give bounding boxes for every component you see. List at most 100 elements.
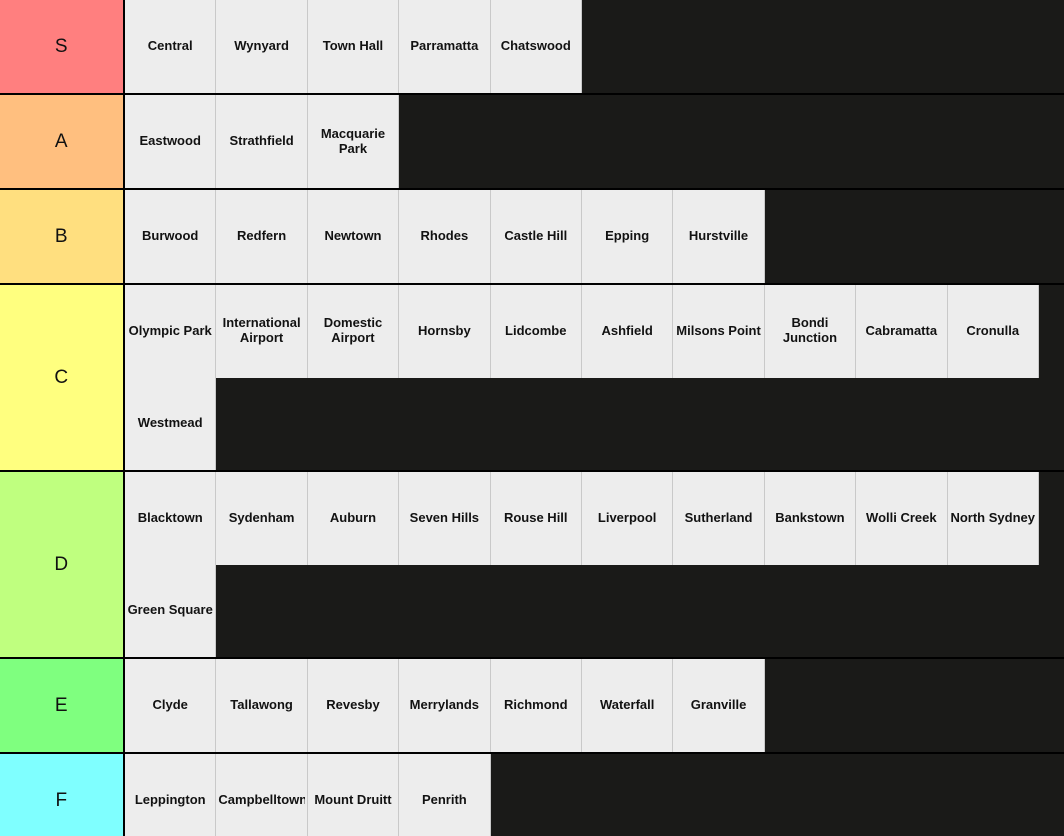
tier-item-label: Strathfield (229, 134, 294, 149)
tier-items-s: Central Wynyard Town Hall Parramatta Chatswo… (125, 0, 1064, 93)
tier-item[interactable]: Rhodes (399, 190, 491, 283)
tier-item-label: Bankstown (775, 510, 845, 525)
tier-item-label: Wynyard (234, 39, 289, 54)
tier-item-label: Bondi Junction (782, 316, 838, 346)
tier-item-label: Granville (690, 698, 747, 713)
tier-item-label: Seven Hills (409, 510, 480, 525)
tier-item-label: Wolli Creek (866, 510, 937, 525)
tier-item-label: Burwood (142, 229, 199, 244)
tier-item[interactable]: Seven Hills (399, 472, 491, 565)
tier-item-line: Leppington Campbelltown Mount Druitt Penrit… (125, 754, 1064, 836)
tier-item[interactable]: Chatswood (490, 0, 582, 93)
tier-item[interactable]: Sutherland (673, 472, 765, 565)
tier-item[interactable]: Domestic Airport (307, 285, 400, 378)
tier-item[interactable]: Cronulla (947, 285, 1039, 378)
tier-items-f: Leppington Campbelltown Mount Druitt Penrit… (125, 754, 1064, 836)
tier-item[interactable]: Campbelltown (216, 754, 308, 836)
tier-item-line: Blacktown Sydenham Auburn Seven Hills Rouse … (125, 472, 1064, 565)
tier-rows-container: S Central Wynyard Town Hall Parramatta Chatsw… (0, 0, 1064, 836)
tier-item[interactable]: Liverpool (581, 472, 674, 565)
tier-item[interactable]: Penrith (399, 754, 491, 836)
tier-item-line: Eastwood Strathfield Macquarie Park (125, 95, 1064, 188)
tier-item-label: Cabramatta (865, 323, 938, 338)
tier-item-label: Penrith (421, 793, 467, 808)
tier-item-line: Clyde Tallawong Revesby Merrylands Richmond W… (125, 659, 1064, 752)
tier-item[interactable]: Cabramatta (856, 285, 948, 378)
tier-item-label: Richmond (503, 698, 568, 713)
tier-item[interactable]: Town Hall (307, 0, 400, 93)
tier-row-d: D Blacktown Sydenham Auburn Seven Hills Rouse… (0, 472, 1064, 659)
tier-item-line: Green Square (125, 564, 1064, 657)
tier-item-label: Auburn (329, 510, 377, 525)
tier-label-f[interactable]: F (0, 754, 125, 836)
tier-item[interactable]: Redfern (216, 190, 308, 283)
tier-item-line: Burwood Redfern Newtown Rhodes Castle Hill Ep… (125, 190, 1064, 283)
tier-item-label: Ashfield (601, 323, 653, 338)
tier-item[interactable]: Central (125, 0, 217, 93)
tier-item[interactable]: Hornsby (399, 285, 491, 378)
tier-row-f: F Leppington Campbelltown Mount Druitt Penri… (0, 754, 1064, 836)
tier-item-label: Sutherland (684, 510, 753, 525)
tier-item[interactable]: Macquarie Park (307, 95, 400, 188)
tier-item-label: Clyde (152, 698, 188, 713)
tier-item[interactable]: Lidcombe (490, 285, 582, 378)
tier-item[interactable]: Auburn (307, 472, 400, 565)
tier-item-label: Hornsby (418, 323, 471, 338)
tier-label-c[interactable]: C (0, 285, 125, 470)
tier-item[interactable]: Merrylands (399, 659, 491, 752)
tier-item[interactable]: Hurstville (673, 190, 765, 283)
tier-label-d[interactable]: D (0, 472, 125, 657)
tier-item[interactable]: Wynyard (216, 0, 308, 93)
tier-item[interactable]: Blacktown (125, 472, 217, 565)
tier-label-s[interactable]: S (0, 0, 125, 93)
tier-row-b: B Burwood Redfern Newtown Rhodes Castle Hill E… (0, 190, 1064, 285)
tier-item[interactable]: Castle Hill (490, 190, 582, 283)
tier-item[interactable]: Newtown (307, 190, 400, 283)
tier-item[interactable]: Wolli Creek (856, 472, 948, 565)
tier-label-b[interactable]: B (0, 190, 125, 283)
tier-item[interactable]: Clyde (125, 659, 217, 752)
tier-items-b: Burwood Redfern Newtown Rhodes Castle Hill Ep… (125, 190, 1064, 283)
tier-item[interactable]: Bankstown (764, 472, 857, 565)
tier-item[interactable]: Sydenham (216, 472, 308, 565)
tier-item[interactable]: Bondi Junction (764, 285, 857, 378)
tier-item[interactable]: Granville (673, 659, 765, 752)
tier-item-label: Rouse Hill (503, 510, 568, 525)
tier-label-a[interactable]: A (0, 95, 125, 188)
tier-item[interactable]: Eastwood (125, 95, 217, 188)
tier-item[interactable]: Tallawong (216, 659, 308, 752)
tier-item[interactable]: Leppington (125, 754, 217, 836)
tier-item[interactable]: Olympic Park (125, 285, 217, 378)
tier-item[interactable]: Milsons Point (673, 285, 765, 378)
tier-item-label: Olympic Park (128, 323, 212, 338)
tier-item[interactable]: Burwood (125, 190, 217, 283)
tier-item[interactable]: Strathfield (216, 95, 308, 188)
tier-item[interactable]: Mount Druitt (307, 754, 400, 836)
tier-row-s: S Central Wynyard Town Hall Parramatta Chatsw… (0, 0, 1064, 95)
tier-items-d: Blacktown Sydenham Auburn Seven Hills Rouse … (125, 472, 1064, 657)
tier-item[interactable]: Parramatta (399, 0, 491, 93)
tier-item[interactable]: Rouse Hill (490, 472, 582, 565)
tier-item-label: North Sydney (950, 510, 1035, 525)
tier-item-label: Lidcombe (505, 323, 567, 338)
tier-item-label: Macquarie Park (320, 126, 386, 156)
tier-item[interactable]: Green Square (125, 564, 217, 657)
tier-item[interactable]: Richmond (490, 659, 582, 752)
tier-item-label: Merrylands (409, 698, 480, 713)
tier-item[interactable]: Epping (581, 190, 674, 283)
tier-item-label: Green Square (127, 603, 213, 618)
tier-label-e[interactable]: E (0, 659, 125, 752)
tier-item-label: Hurstville (688, 229, 749, 244)
tier-item-label: Revesby (326, 698, 380, 713)
tier-row-c: C Olympic Park International Airport Domest… (0, 285, 1064, 472)
tier-item-label: Cronulla (966, 323, 1020, 338)
tier-item-label: Town Hall (322, 39, 384, 54)
tier-item[interactable]: International Airport (216, 285, 308, 378)
tier-item[interactable]: North Sydney (947, 472, 1039, 565)
tier-item[interactable]: Revesby (307, 659, 400, 752)
tier-item[interactable]: Waterfall (581, 659, 674, 752)
tier-item-label: Eastwood (139, 134, 201, 149)
tier-item-label: International Airport (222, 316, 301, 346)
tier-item[interactable]: Ashfield (581, 285, 674, 378)
tier-item[interactable]: Westmead (125, 377, 217, 470)
